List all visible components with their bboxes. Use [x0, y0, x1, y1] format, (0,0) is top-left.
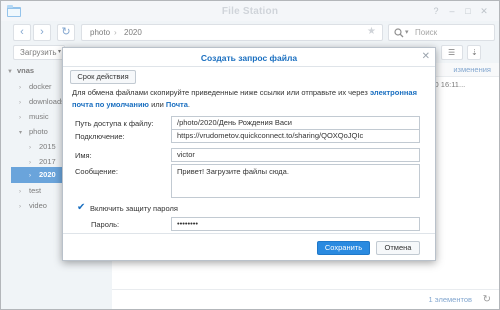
save-button[interactable]: Сохранить: [317, 241, 370, 255]
mail-link[interactable]: Почта: [166, 100, 188, 109]
dialog-description: Для обмена файлами скопируйте приведенны…: [72, 87, 427, 111]
description-end: .: [187, 100, 190, 109]
description-or: или: [151, 100, 164, 109]
path-field[interactable]: /photo/2020/День Рождения Васи: [171, 116, 420, 130]
password-field[interactable]: ••••••••: [171, 217, 420, 231]
divider: [63, 233, 435, 234]
name-label: Имя:: [75, 151, 92, 160]
path-label: Путь доступа к файлу:: [75, 119, 154, 128]
cancel-button[interactable]: Отмена: [376, 241, 420, 255]
link-field[interactable]: https://vrudometov.quickconnect.to/shari…: [171, 129, 420, 143]
name-field[interactable]: victor: [171, 148, 420, 162]
file-request-dialog: Создать запрос файла ✕ Срок действия Для…: [62, 47, 436, 261]
validity-period-button[interactable]: Срок действия: [70, 70, 136, 84]
description-text: Для обмена файлами скопируйте приведенны…: [72, 88, 368, 97]
message-field[interactable]: Привет! Загрузите файлы сюда.: [171, 164, 420, 198]
dialog-title: Создать запрос файла: [200, 53, 298, 63]
message-label: Сообщение:: [75, 167, 118, 176]
checkmark-icon[interactable]: ✔: [77, 203, 86, 213]
password-protection-checkbox-label[interactable]: Включить защиту пароля: [90, 204, 178, 213]
dialog-close-icon[interactable]: ✕: [422, 51, 430, 62]
divider: [63, 66, 435, 67]
password-label: Пароль:: [91, 220, 120, 229]
link-label: Подключение:: [75, 132, 125, 141]
